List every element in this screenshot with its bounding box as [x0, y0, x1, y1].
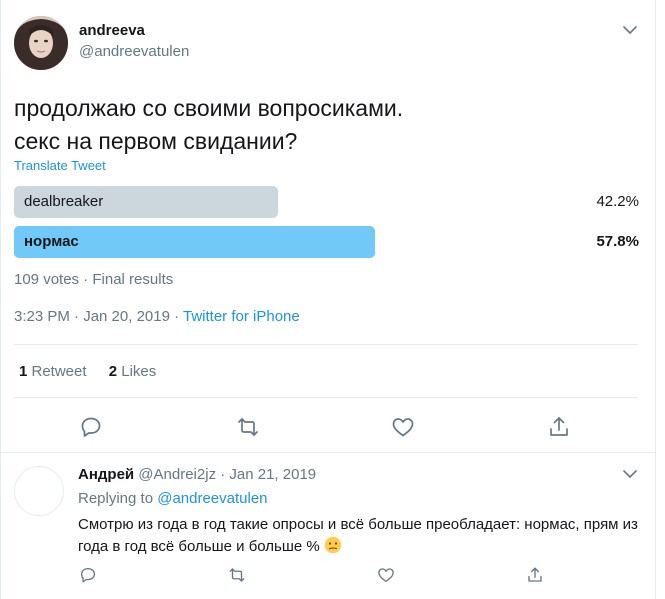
tweet-source-link[interactable]: Twitter for iPhone — [183, 308, 300, 325]
tweet-text-line: продолжаю со своими вопросиками. — [14, 95, 404, 121]
poll-option-normas: нормас 57.8% — [14, 226, 639, 258]
reply-header: Андрей @Andrei2jz · Jan 21, 2019 — [78, 466, 316, 483]
replying-mention-link[interactable]: @andreevatulen — [157, 490, 267, 507]
reply-icon[interactable] — [79, 415, 103, 439]
retweets-label: Retweet — [27, 363, 87, 380]
share-icon[interactable] — [526, 566, 544, 584]
chevron-down-icon[interactable] — [620, 464, 640, 484]
retweet-icon[interactable] — [236, 415, 260, 439]
retweets-stat[interactable]: 1 Retweet — [19, 363, 87, 380]
likes-label: Likes — [117, 363, 157, 380]
author-display-name[interactable]: andreeva — [79, 22, 145, 39]
likes-stat[interactable]: 2 Likes — [109, 363, 157, 380]
poll-option-dealbreaker: dealbreaker 42.2% — [14, 186, 639, 218]
like-icon[interactable] — [391, 415, 415, 439]
poll-option-label: нормас — [24, 233, 79, 250]
tweet-card: andreeva @andreevatulen продолжаю со сво… — [0, 0, 665, 599]
reply-text: Смотрю из года в год такие опросы и всё … — [78, 514, 638, 558]
poll-option-percent: 42.2% — [596, 193, 639, 210]
replying-to: Replying to @andreevatulen — [78, 490, 268, 507]
reply-handle-date[interactable]: @Andrei2jz · Jan 21, 2019 — [134, 466, 316, 483]
divider — [14, 397, 638, 398]
divider — [14, 344, 638, 345]
reply-separator — [0, 452, 656, 453]
reply-avatar[interactable] — [14, 466, 64, 516]
tweet-time[interactable]: 3:23 PM · Jan 20, 2019 · — [14, 308, 183, 325]
tweet-stats: 1 Retweet 2 Likes — [19, 363, 174, 380]
reply-actions — [0, 566, 656, 584]
author-handle[interactable]: @andreevatulen — [79, 43, 189, 60]
tweet-timestamp: 3:23 PM · Jan 20, 2019 · Twitter for iPh… — [14, 308, 300, 325]
tweet-text-line: секс на первом свидании? — [14, 128, 298, 154]
tweet-text: продолжаю со своими вопросиками. секс на… — [14, 92, 634, 158]
confused-face-emoji — [324, 536, 342, 554]
chevron-down-icon[interactable] — [620, 20, 640, 40]
likes-count: 2 — [108, 363, 118, 380]
share-icon[interactable] — [547, 415, 571, 439]
replying-prefix: Replying to — [78, 490, 158, 507]
reply-text-body: Смотрю из года в год такие опросы и всё … — [78, 516, 638, 555]
retweet-icon[interactable] — [228, 566, 246, 584]
poll-option-percent: 57.8% — [596, 233, 639, 250]
poll-option-label: dealbreaker — [24, 193, 104, 210]
reply-icon[interactable] — [79, 566, 97, 584]
author-avatar[interactable] — [14, 16, 68, 70]
like-icon[interactable] — [377, 566, 395, 584]
translate-tweet-link[interactable]: Translate Tweet — [14, 158, 106, 173]
poll-meta: 109 votes · Final results — [14, 271, 174, 288]
tweet-actions — [0, 415, 656, 439]
card-border — [0, 0, 656, 599]
reply-author-name[interactable]: Андрей — [78, 466, 134, 483]
